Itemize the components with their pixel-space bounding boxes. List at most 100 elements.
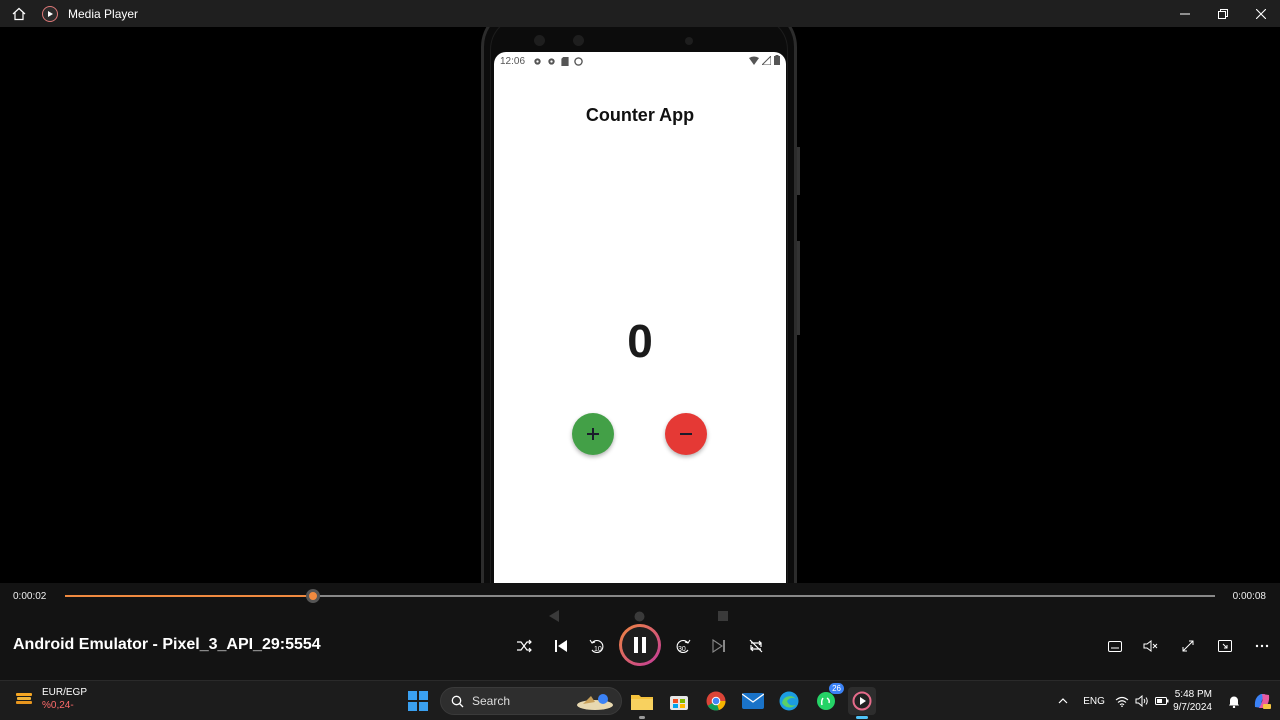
settings-icon — [534, 57, 541, 65]
edge-icon — [779, 691, 799, 711]
skip-next-icon — [712, 639, 725, 653]
back-nav-icon — [549, 610, 559, 622]
edge-taskbar-button[interactable] — [775, 687, 803, 715]
widget-value: %0,24- — [42, 700, 74, 711]
rewind-icon: 10 — [589, 639, 604, 654]
close-button[interactable] — [1242, 0, 1280, 27]
title-bar: Media Player — [0, 0, 1280, 27]
microsoft-store-taskbar-button[interactable] — [665, 687, 693, 715]
widget-title: EUR/EGP — [42, 687, 88, 698]
app-title: Counter App — [585, 105, 695, 125]
decrement-button[interactable] — [665, 413, 707, 455]
play-pause-button[interactable] — [619, 624, 661, 666]
language-indicator[interactable]: ENG — [1077, 696, 1111, 707]
chevron-up-icon — [1058, 698, 1068, 704]
battery-icon — [1155, 697, 1169, 705]
whatsapp-taskbar-button[interactable]: 26 — [812, 683, 844, 715]
chrome-taskbar-button[interactable] — [702, 687, 730, 715]
media-player-icon — [852, 691, 872, 711]
folder-icon — [631, 695, 653, 710]
mail-taskbar-button[interactable] — [739, 687, 767, 715]
previous-button[interactable] — [549, 634, 573, 658]
mini-player-icon — [1218, 640, 1232, 652]
search-highlight-icon — [577, 694, 613, 710]
counter-value: 0 — [627, 315, 653, 367]
power-button — [797, 241, 800, 335]
skip-previous-icon — [555, 640, 567, 652]
pause-icon — [634, 637, 646, 653]
seek-bar-progress — [65, 595, 314, 597]
volume-mute-icon — [1143, 640, 1158, 652]
total-time: 0:00:08 — [1232, 591, 1266, 602]
home-icon — [12, 7, 26, 20]
front-camera-icon — [534, 35, 545, 46]
copilot-icon — [1254, 694, 1271, 709]
shuffle-icon — [517, 639, 532, 653]
wifi-icon — [1115, 696, 1129, 707]
taskbar-search[interactable]: Search — [440, 687, 622, 715]
sd-card-icon — [561, 56, 569, 66]
store-icon — [670, 696, 688, 710]
minimize-button[interactable] — [1166, 0, 1204, 27]
clock-date: 9/7/2024 — [1173, 702, 1212, 713]
subtitles-button[interactable] — [1103, 634, 1127, 658]
currency-icon — [16, 693, 32, 704]
show-hidden-icons-button[interactable] — [1049, 698, 1077, 704]
close-icon — [1256, 8, 1266, 19]
sensor-icon — [685, 37, 693, 45]
more-options-button[interactable] — [1250, 634, 1274, 658]
seek-bar[interactable] — [65, 589, 1215, 603]
status-time: 12:06 — [500, 55, 526, 67]
minus-icon — [680, 433, 692, 435]
fullscreen-button[interactable] — [1176, 634, 1200, 658]
quick-settings-button[interactable] — [1111, 695, 1173, 707]
repeat-off-icon — [749, 639, 763, 653]
home-button[interactable] — [0, 0, 38, 27]
media-player-taskbar-button[interactable] — [848, 687, 876, 719]
current-time: 0:00:02 — [13, 591, 47, 602]
file-explorer-taskbar-button[interactable] — [628, 687, 656, 719]
captions-icon — [1108, 640, 1122, 652]
media-title: Android Emulator - Pixel_3_API_29:5554 — [13, 636, 321, 653]
increment-button[interactable] — [572, 413, 614, 455]
rewind-button[interactable]: 10 — [585, 634, 609, 658]
fast-forward-button[interactable]: 30 — [671, 634, 695, 658]
emulator-screen: 12:06 Counter App 0 — [494, 52, 786, 583]
window-title: Media Player — [68, 6, 139, 21]
minimize-icon — [1180, 13, 1190, 14]
miniplayer-button[interactable] — [1213, 634, 1237, 658]
front-camera-icon — [573, 35, 584, 46]
fullscreen-icon — [1182, 640, 1194, 652]
rewind-label: 10 — [594, 646, 602, 653]
more-icon — [1255, 644, 1269, 648]
start-button[interactable] — [404, 687, 432, 715]
recents-nav-icon — [718, 611, 728, 621]
sync-icon — [574, 56, 583, 66]
battery-icon — [774, 55, 780, 65]
shuffle-button[interactable] — [512, 634, 536, 658]
volume-button — [797, 147, 800, 195]
widgets-button[interactable]: EUR/EGP %0,24- — [14, 686, 87, 712]
notification-badge: 26 — [829, 683, 844, 694]
volume-button[interactable] — [1139, 634, 1163, 658]
seek-thumb[interactable] — [306, 589, 321, 603]
maximize-button[interactable] — [1204, 0, 1242, 27]
copilot-button[interactable] — [1244, 691, 1280, 711]
notifications-button[interactable] — [1224, 695, 1244, 708]
clock-time: 5:48 PM — [1174, 689, 1212, 700]
search-placeholder: Search — [472, 694, 511, 708]
next-button[interactable] — [707, 634, 731, 658]
windows-taskbar: EUR/EGP %0,24- Search 26 ENG 5:48 PM 9/7… — [0, 680, 1280, 720]
search-icon — [451, 695, 464, 707]
clock[interactable]: 5:48 PM 9/7/2024 — [1173, 688, 1212, 714]
notification-bell-icon — [1229, 696, 1239, 708]
repeat-button[interactable] — [744, 634, 768, 658]
player-controls: 0:00:02 0:00:08 Android Emulator - Pixel… — [0, 583, 1280, 680]
video-area[interactable]: 12:06 Counter App 0 — [0, 27, 1280, 583]
restore-icon — [1218, 8, 1228, 19]
speaker-icon — [1135, 695, 1148, 707]
wifi-icon — [749, 56, 759, 65]
chrome-icon — [706, 691, 726, 711]
settings-icon — [548, 57, 555, 65]
windows-logo-icon — [408, 691, 428, 711]
